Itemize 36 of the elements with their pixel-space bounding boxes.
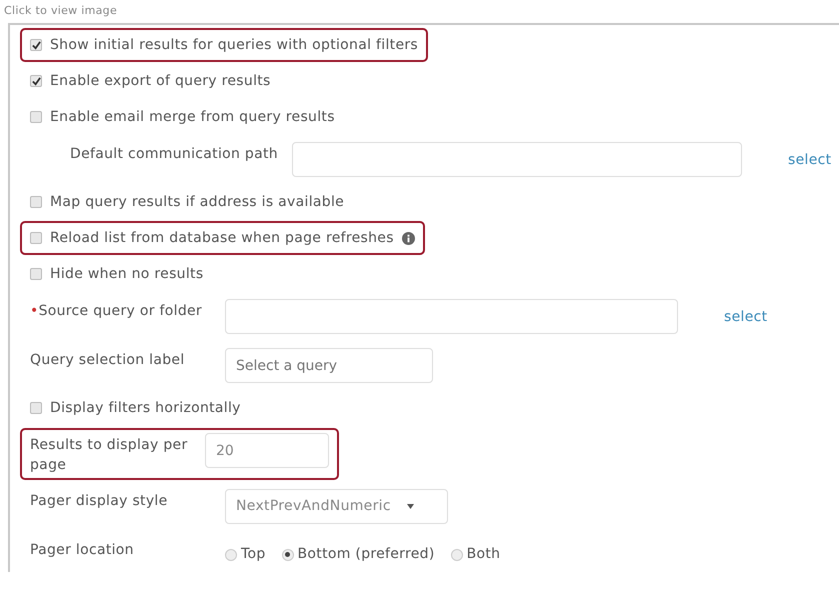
input-field[interactable] <box>225 299 678 334</box>
select-link[interactable]: select <box>724 299 768 328</box>
required-mark: • <box>30 303 39 319</box>
checkbox[interactable] <box>30 268 42 280</box>
checkbox[interactable] <box>30 196 42 208</box>
radio-label: Both <box>466 545 500 564</box>
checkbox-label: Enable email merge from query results <box>50 108 335 127</box>
dropdown[interactable]: NextPrevAndNumeric <box>225 489 448 524</box>
checkbox[interactable] <box>30 75 42 87</box>
radio-button[interactable] <box>282 548 294 560</box>
input-field[interactable] <box>292 142 742 177</box>
caret-icon <box>406 504 414 509</box>
checkbox[interactable] <box>30 39 42 51</box>
field-label: Source query or folder <box>38 303 202 319</box>
input-field[interactable]: Select a query <box>225 348 433 383</box>
field-label: Default communication path <box>70 146 278 162</box>
radio-label: Bottom (preferred) <box>298 545 435 564</box>
checkbox-label: Reload list from database when page refreshes <box>50 229 394 248</box>
field-label: Pager display style <box>30 493 168 509</box>
caption-text: Click to view image <box>3 3 118 17</box>
radio-label: Top <box>241 545 266 564</box>
checkbox-label: Enable export of query results <box>50 72 271 91</box>
field-label: Pager location <box>30 542 134 558</box>
checkbox[interactable] <box>30 402 42 414</box>
radio-button[interactable] <box>225 548 237 560</box>
checkbox-label: Map query results if address is available <box>50 193 344 212</box>
checkbox-label: Show initial results for queries with optional filters <box>50 36 418 55</box>
field-label: Results to display per page <box>30 437 188 473</box>
select-link[interactable]: select <box>788 142 832 171</box>
checkbox-label: Display filters horizontally <box>50 399 241 418</box>
checkbox[interactable] <box>30 111 42 123</box>
radio-button[interactable] <box>450 548 463 560</box>
checkbox[interactable] <box>30 232 42 244</box>
input-field[interactable]: 20 <box>205 433 329 468</box>
field-label: Query selection label <box>30 352 185 368</box>
checkbox-label: Hide when no results <box>50 265 204 284</box>
